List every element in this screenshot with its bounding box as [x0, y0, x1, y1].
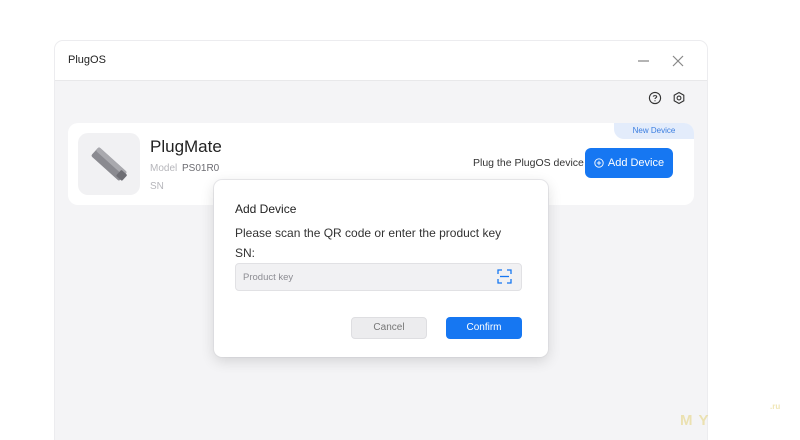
watermark-suffix: .ru [770, 402, 781, 411]
add-device-dialog: Add Device Please scan the QR code or en… [214, 180, 548, 357]
add-device-button[interactable]: Add Device [585, 148, 673, 178]
model-label: Model [150, 163, 178, 174]
cancel-button[interactable]: Cancel [351, 317, 427, 339]
model-value: PS01R0 [182, 163, 220, 174]
confirm-button[interactable]: Confirm [446, 317, 522, 339]
plug-instruction: Plug the PlugOS device [473, 157, 584, 169]
product-key-input[interactable] [235, 263, 522, 291]
device-name: PlugMate [150, 137, 222, 156]
device-image [78, 133, 140, 195]
sn-label: SN [150, 181, 164, 192]
title-bar: PlugOS [55, 41, 707, 81]
dialog-title: Add Device [235, 202, 297, 216]
add-device-label: Add Device [607, 157, 665, 169]
new-device-badge: New Device [614, 123, 694, 139]
dialog-description: Please scan the QR code or enter the pro… [235, 226, 502, 240]
watermark-text: MY [680, 412, 715, 429]
close-icon[interactable] [667, 50, 689, 72]
screen: PlugOS PlugMate Model PS01R0 SN New Devi… [0, 0, 800, 440]
plus-circle-icon [594, 158, 604, 168]
gear-icon[interactable] [672, 91, 686, 105]
app-title: PlugOS [68, 54, 106, 66]
help-icon[interactable] [648, 91, 662, 105]
dialog-sn-label: SN: [235, 246, 256, 260]
scan-qr-icon[interactable] [497, 269, 512, 284]
minimize-icon[interactable] [633, 50, 655, 72]
